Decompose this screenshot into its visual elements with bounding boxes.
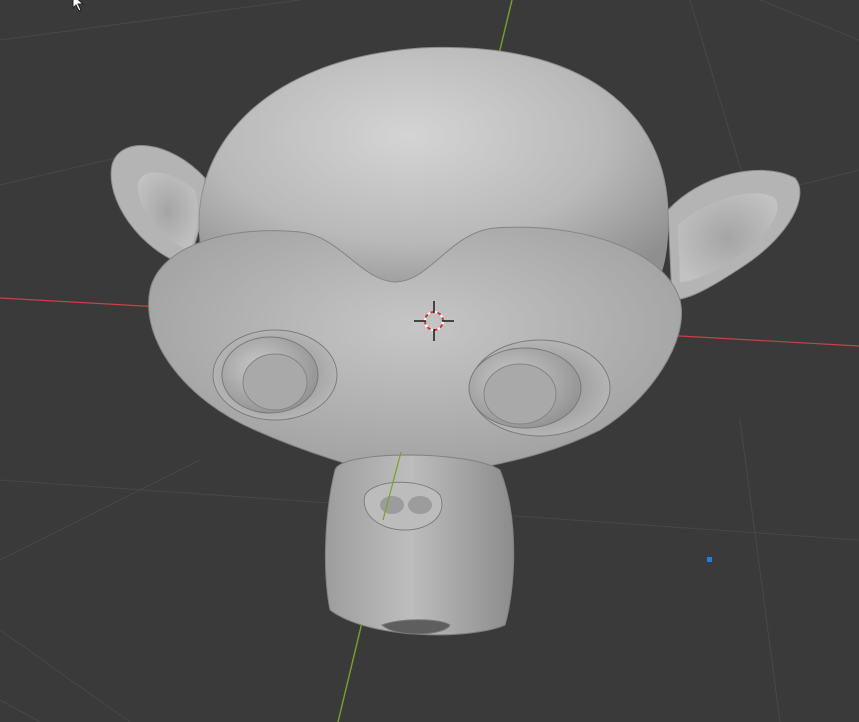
3d-viewport[interactable] xyxy=(0,0,859,722)
viewport-scene[interactable] xyxy=(0,0,859,722)
mouse-pointer-icon xyxy=(72,0,85,12)
vertex-dot-icon[interactable] xyxy=(707,557,712,562)
monkey-mesh xyxy=(110,46,801,636)
